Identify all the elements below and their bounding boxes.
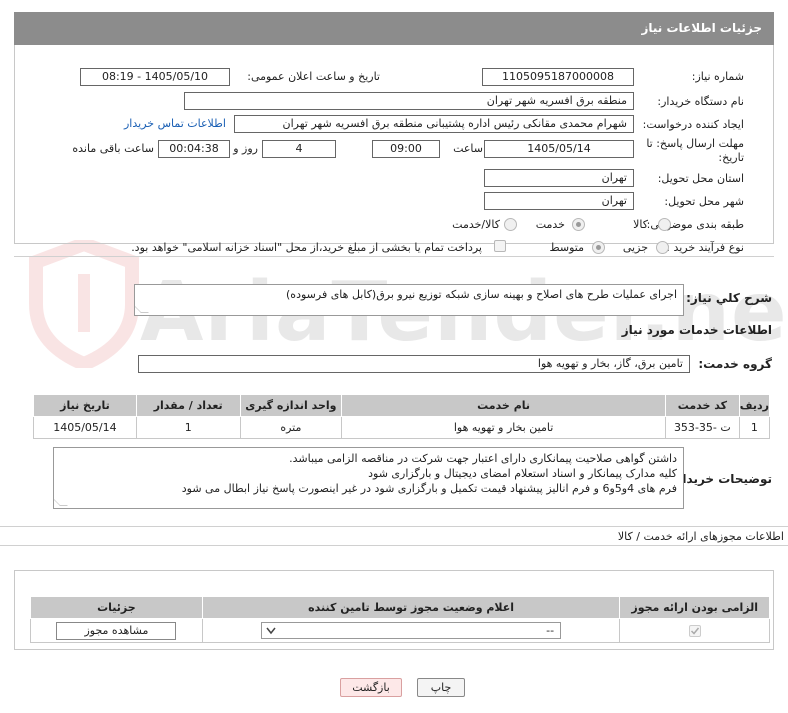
resize-grip-icon [135,305,149,313]
treasury-payment-note: پرداخت تمام یا بخشی از مبلغ خرید،از محل … [131,241,482,254]
city-field[interactable]: تهران [484,192,634,210]
purchase-option-minor: جزیی [622,241,648,254]
remaining-time-field[interactable]: 00:04:38 [158,140,230,158]
col-header-mandatory: الزامی بودن ارائه مجوز [619,596,770,619]
section-divider [0,545,788,546]
buyer-org-label: نام دستگاه خریدار: [657,95,744,108]
category-option-goods-service: کالا/خدمت [452,218,500,231]
service-group-label: گروه خدمت: [698,357,772,371]
permits-title: اطلاعات مجوزهای ارائه خدمت / کالا [617,530,784,543]
cell-unit: متره [239,416,343,439]
buyer-notes-textarea[interactable]: داشتن گواهی صلاحیت پیمانکاری دارای اعتبا… [53,447,684,509]
cell-date: 1405/05/14 [33,416,137,439]
view-permit-button[interactable]: مشاهده مجوز [56,621,177,640]
category-radio-goods[interactable] [658,218,671,231]
city-label: شهر محل تحویل: [664,195,744,208]
table-row: -- مشاهده مجوز [30,618,770,643]
purchase-radio-medium[interactable] [592,241,605,254]
summary-textarea[interactable]: اجرای عملیات طرح های اصلاح و بهینه سازی … [134,284,684,316]
back-button[interactable]: بازگشت [340,678,402,697]
cell-row: 1 [738,416,771,439]
summary-text: اجرای عملیات طرح های اصلاح و بهینه سازی … [286,288,677,301]
province-label: استان محل تحویل: [657,172,744,185]
creator-label: ایجاد کننده درخواست: [642,118,744,131]
announce-label: تاریخ و ساعت اعلان عمومی: [247,70,380,83]
section-divider [14,256,774,257]
print-button[interactable]: چاپ [417,678,465,697]
deadline-label: مهلت ارسال پاسخ: تا [646,137,744,150]
category-option-goods: کالا [633,218,648,231]
category-radio-service[interactable] [572,218,585,231]
remaining-label: ساعت باقی مانده [72,142,154,155]
deadline-time-label: ساعت [453,142,483,155]
buyer-note-line: کلیه مدارک پیمانکار و اسناد استعلام امضا… [368,467,677,480]
purchase-radio-minor[interactable] [656,241,669,254]
category-radio-goods-service[interactable] [504,218,517,231]
col-header-details: جزئیات [30,596,203,619]
col-header-row: ردیف [738,394,771,417]
permit-status-value: -- [546,624,555,637]
services-section-title: اطلاعات خدمات مورد نیاز [621,323,772,337]
cell-quantity: 1 [135,416,241,439]
creator-field[interactable]: شهرام محمدی مقانکی رئیس اداره پشتیبانی م… [234,115,634,133]
section-divider [0,526,788,527]
purchase-option-medium: متوسط [549,241,584,254]
col-header-date: تاریخ نیاز [33,394,137,417]
announce-date-field[interactable]: 1405/05/10 - 08:19 [80,68,230,86]
col-header-code: کد خدمت [664,394,740,417]
services-table: ردیف کد خدمت نام خدمت واحد اندازه گیری ت… [33,394,771,439]
permits-table: الزامی بودن ارائه مجوز اعلام وضعیت مجوز … [30,596,770,643]
deadline-date-field[interactable]: 1405/05/14 [484,140,634,158]
deadline-label-date: تاریخ: [718,151,744,164]
col-header-name: نام خدمت [341,394,666,417]
need-number-label: شماره نیاز: [691,70,744,83]
buyer-note-line: داشتن گواهی صلاحیت پیمانکاری دارای اعتبا… [289,452,677,465]
service-group-field[interactable]: تامین برق، گاز، بخار و تهویه هوا [138,355,690,373]
purchase-type-label: نوع فرآیند خرید : [666,241,744,254]
province-field[interactable]: تهران [484,169,634,187]
col-header-unit: واحد اندازه گیری [239,394,343,417]
treasury-payment-checkbox[interactable] [494,240,506,252]
permit-status-select[interactable]: -- [261,622,562,639]
col-header-quantity: تعداد / مقدار [135,394,241,417]
col-header-status: اعلام وضعیت مجوز توسط تامین کننده [201,596,621,619]
buyer-org-field[interactable]: منطقه برق افسریه شهر تهران [184,92,634,110]
resize-grip-icon [54,498,68,506]
category-option-service: خدمت [535,218,565,231]
panel-title: جزئیات اطلاعات نیاز [14,12,774,45]
cell-code: ت -35-353 [664,416,740,439]
chevron-down-icon [266,627,276,635]
table-row[interactable]: 1 ت -35-353 تامین بخار و تهویه هوا متره … [33,416,771,439]
summary-label: شرح کلي نياز: [686,291,772,305]
mandatory-checkbox[interactable] [688,625,701,637]
remaining-days-field[interactable]: 4 [262,140,336,158]
check-icon [690,627,699,635]
cell-name: تامین بخار و تهویه هوا [341,416,666,439]
deadline-time-field[interactable]: 09:00 [372,140,440,158]
buyer-contact-link[interactable]: اطلاعات تماس خریدار [124,117,226,130]
buyer-note-line: فرم های 4و5و6 و فرم انالیز پیشنهاد قیمت … [181,482,677,495]
need-number-field[interactable]: 1105095187000008 [482,68,634,86]
days-label: روز و [233,142,258,155]
buyer-notes-label: توضیحات خریدار: [670,472,772,486]
watermark-shield-icon [29,240,139,368]
